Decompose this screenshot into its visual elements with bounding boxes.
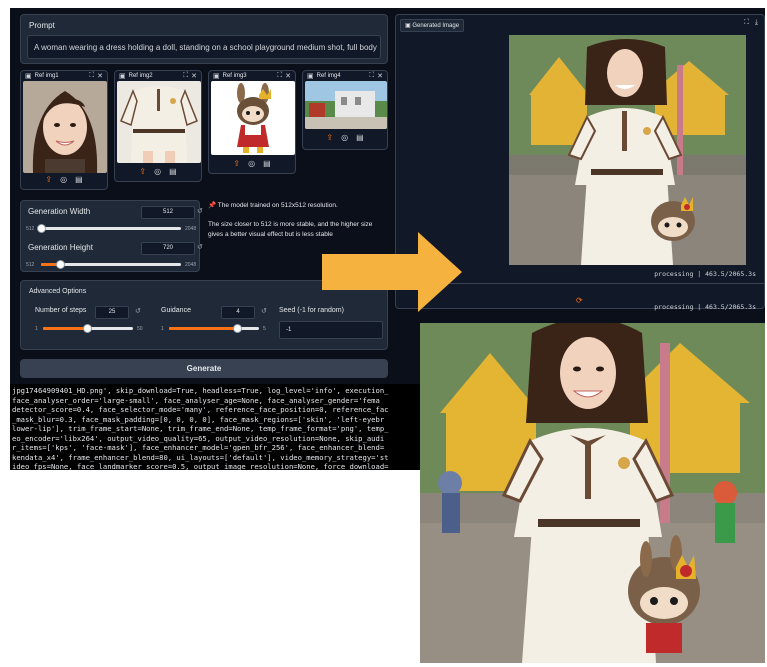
ref-label: Ref img1 [34, 73, 59, 79]
generated-image-tab[interactable]: ▣ Generated Image [400, 19, 465, 32]
clipboard-icon[interactable]: ▤ [356, 133, 364, 142]
steps-label: Number of steps [35, 307, 87, 314]
ref-image-2-photo [117, 81, 201, 163]
prompt-panel: Prompt A woman wearing a dress holding a… [20, 14, 388, 64]
guidance-control: Guidance 4 ↺ 1 5 [161, 306, 267, 333]
height-min: 512 [26, 262, 35, 268]
width-min: 512 [26, 226, 35, 232]
seed-control: Seed (-1 for random) -1 [279, 307, 383, 347]
ref-label: Ref img3 [222, 73, 247, 79]
generation-height-label: Generation Height [28, 243, 93, 252]
webcam-icon[interactable]: ◎ [60, 175, 67, 184]
close-icon[interactable]: ✕ [191, 72, 197, 80]
webcam-icon[interactable]: ◎ [154, 167, 161, 176]
prompt-input[interactable]: A woman wearing a dress holding a doll, … [27, 35, 381, 59]
close-icon[interactable]: ✕ [285, 72, 291, 80]
height-max: 2048 [185, 262, 197, 268]
reset-icon[interactable]: ↺ [261, 307, 267, 315]
slider-handle[interactable] [56, 260, 65, 269]
upload-icon[interactable]: ⇪ [139, 167, 146, 176]
fullscreen-icon[interactable]: ⛶ [744, 19, 749, 27]
slider-handle[interactable] [37, 224, 46, 233]
generated-image [509, 35, 746, 265]
generation-size-panel: Generation Width 512 ↺ 512 2048 Generati… [20, 200, 203, 272]
webcam-icon[interactable]: ◎ [341, 133, 348, 142]
seed-input[interactable]: -1 [279, 321, 383, 339]
steps-control: Number of steps 25 ↺ 1 50 [35, 306, 143, 333]
reset-icon[interactable]: ↺ [197, 243, 203, 251]
upload-icon[interactable]: ⇪ [45, 175, 52, 184]
resolution-note: 📌 The model trained on 512x512 resolutio… [208, 202, 338, 209]
slider-handle[interactable] [233, 324, 242, 333]
upload-icon[interactable]: ⇪ [233, 159, 240, 168]
ref-image-2[interactable]: ▣ Ref img2 ⛶ ✕ ⇪ ◎ ▤ [114, 70, 202, 182]
reset-icon[interactable]: ↺ [135, 307, 141, 315]
ref-image-1[interactable]: ▣ Ref img1 ⛶ ✕ ⇪ ◎ ▤ [20, 70, 108, 190]
generation-width-label: Generation Width [28, 207, 91, 216]
clipboard-icon[interactable]: ▤ [169, 167, 177, 176]
clipboard-icon[interactable]: ▤ [263, 159, 271, 168]
ref-image-3[interactable]: ▣ Ref img3 ⛶ ✕ ⇪ ◎ ▤ [208, 70, 296, 174]
ref-image-1-photo [23, 81, 107, 173]
ref-image-4[interactable]: ▣ Ref img4 ⛶ ✕ ⇪ ◎ ▤ [302, 70, 388, 150]
prompt-label: Prompt [29, 21, 55, 30]
loading-icon: ⟳ [576, 296, 583, 305]
guidance-input[interactable]: 4 [221, 306, 255, 319]
status-text: processing | 463.5/2065.3s [654, 303, 756, 311]
slider-handle[interactable] [83, 324, 92, 333]
generation-width-input[interactable]: 512 [141, 206, 195, 219]
width-max: 2048 [185, 226, 197, 232]
generation-height-input[interactable]: 720 [141, 242, 195, 255]
close-icon[interactable]: ✕ [377, 72, 383, 80]
image-icon: ▣ [119, 73, 126, 80]
ref-image-3-photo [211, 81, 295, 155]
reset-icon[interactable]: ↺ [197, 207, 203, 215]
fullscreen-icon[interactable]: ⛶ [89, 72, 94, 80]
webcam-icon[interactable]: ◎ [248, 159, 255, 168]
image-icon: ▣ [25, 73, 32, 80]
ref-label: Ref img2 [128, 73, 153, 79]
guidance-label: Guidance [161, 307, 191, 314]
advanced-options-title: Advanced Options [29, 288, 87, 295]
download-icon[interactable]: ⤓ [755, 19, 758, 27]
close-icon[interactable]: ✕ [97, 72, 103, 80]
steps-input[interactable]: 25 [95, 306, 129, 319]
ref-image-4-photo [305, 81, 387, 129]
generate-button[interactable]: Generate [20, 359, 388, 378]
zoomed-generated-image [420, 323, 765, 663]
arrow-icon [322, 232, 462, 312]
generation-width-slider[interactable] [41, 227, 181, 230]
status-text: processing | 463.5/2065.3s [654, 270, 756, 278]
ref-label: Ref img4 [316, 73, 341, 79]
upload-icon[interactable]: ⇪ [326, 133, 333, 142]
fullscreen-icon[interactable]: ⛶ [369, 72, 374, 80]
fullscreen-icon[interactable]: ⛶ [183, 72, 188, 80]
image-icon: ▣ [213, 73, 220, 80]
fullscreen-icon[interactable]: ⛶ [277, 72, 282, 80]
clipboard-icon[interactable]: ▤ [75, 175, 83, 184]
image-icon: ▣ [307, 73, 314, 80]
